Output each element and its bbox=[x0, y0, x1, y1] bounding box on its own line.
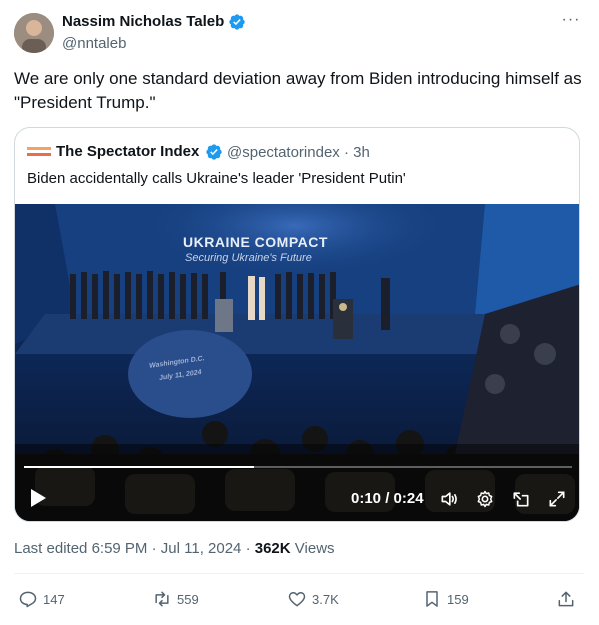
author-avatar[interactable] bbox=[14, 13, 54, 53]
repost-icon bbox=[155, 591, 169, 607]
picture-in-picture-icon[interactable] bbox=[511, 489, 531, 509]
separator-dot: · bbox=[151, 540, 161, 557]
video-progress-bar[interactable] bbox=[24, 466, 572, 468]
reply-icon bbox=[19, 591, 37, 608]
volume-icon[interactable] bbox=[439, 489, 459, 509]
video-player[interactable]: UKRAINE COMPACT Securing Ukraine's Futur… bbox=[15, 204, 579, 521]
verified-badge-icon bbox=[229, 14, 245, 30]
repost-count: 559 bbox=[177, 591, 199, 607]
quoted-handle: @spectatorindex bbox=[227, 144, 340, 161]
more-options-icon[interactable]: ··· bbox=[560, 12, 582, 31]
video-progress-fill bbox=[24, 466, 255, 468]
edited-label[interactable]: Last edited bbox=[14, 540, 87, 557]
bookmark-icon bbox=[426, 591, 438, 607]
banner-subtitle: Securing Ukraine's Future bbox=[185, 252, 312, 264]
reply-count: 147 bbox=[43, 591, 65, 607]
heart-icon bbox=[288, 592, 306, 607]
quoted-age: 3h bbox=[353, 144, 370, 161]
spectator-index-logo bbox=[27, 147, 51, 156]
separator-dot: · bbox=[245, 540, 255, 557]
quoted-verified-badge-icon bbox=[206, 144, 222, 160]
video-time: 0:10 / 0:24 bbox=[351, 490, 424, 507]
quoted-tweet[interactable]: The Spectator Index @spectatorindex · 3h… bbox=[14, 127, 580, 522]
repost-button[interactable]: 559 bbox=[152, 588, 199, 610]
fullscreen-icon[interactable] bbox=[547, 489, 567, 509]
tweet-meta: Last edited 6:59 PM · Jul 11, 2024 · 362… bbox=[14, 540, 335, 557]
views-label: Views bbox=[294, 540, 335, 557]
share-button[interactable] bbox=[556, 588, 581, 610]
author-handle[interactable]: @nntaleb bbox=[62, 35, 126, 52]
quoted-handle-line[interactable]: @spectatorindex · 3h bbox=[227, 144, 370, 161]
tweet-date[interactable]: Jul 11, 2024 bbox=[161, 540, 242, 557]
quoted-text: Biden accidentally calls Ukraine's leade… bbox=[27, 170, 406, 187]
view-count: 362K bbox=[254, 540, 291, 557]
reply-button[interactable]: 147 bbox=[18, 588, 65, 610]
divider bbox=[14, 573, 584, 574]
banner-title: UKRAINE COMPACT bbox=[183, 234, 328, 250]
separator-dot: · bbox=[343, 144, 354, 161]
bookmark-button[interactable]: 159 bbox=[422, 588, 469, 610]
author-name[interactable]: Nassim Nicholas Taleb bbox=[62, 13, 224, 30]
share-icon bbox=[558, 591, 574, 607]
play-icon[interactable] bbox=[29, 488, 47, 508]
quoted-author-name[interactable]: The Spectator Index bbox=[56, 143, 199, 160]
like-count: 3.7K bbox=[312, 591, 339, 607]
tweet-text: We are only one standard deviation away … bbox=[14, 69, 582, 112]
bookmark-count: 159 bbox=[447, 591, 469, 607]
settings-gear-icon[interactable] bbox=[475, 489, 495, 509]
like-button[interactable]: 3.7K bbox=[287, 588, 339, 610]
tweet-time[interactable]: 6:59 PM bbox=[92, 540, 148, 557]
